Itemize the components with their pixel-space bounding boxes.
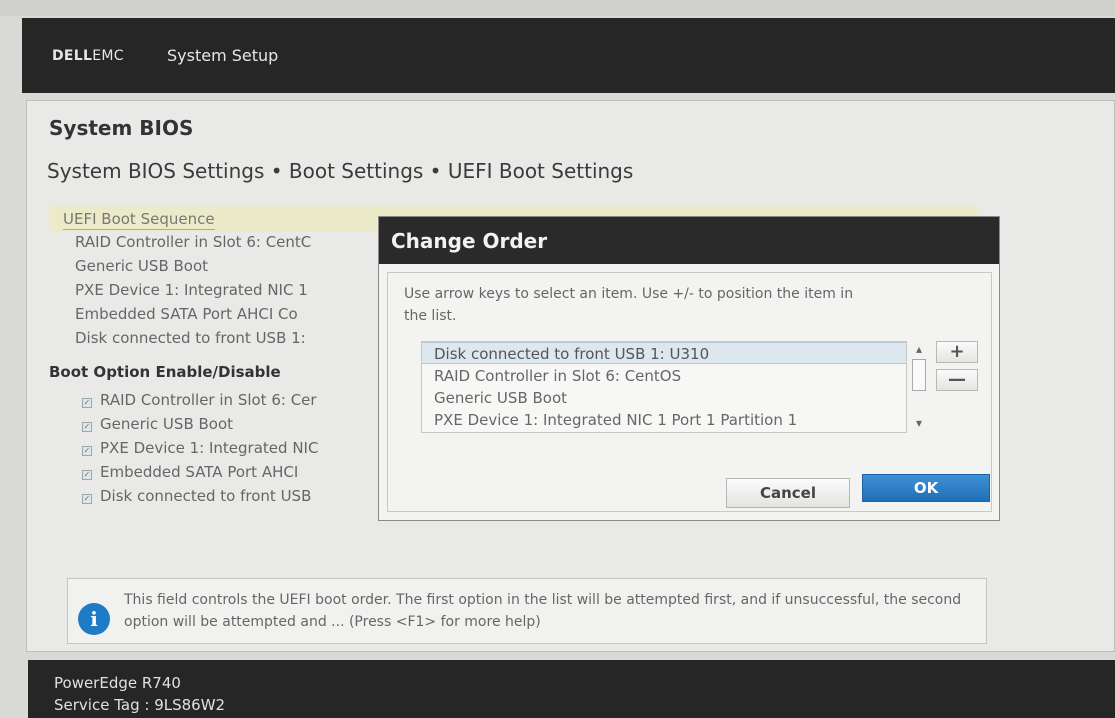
boot-option-label: RAID Controller in Slot 6: Cer bbox=[100, 391, 317, 409]
boot-option-label: Embedded SATA Port AHCI bbox=[100, 463, 299, 481]
dialog-title: Change Order bbox=[391, 229, 548, 253]
info-icon: i bbox=[78, 603, 110, 635]
checkbox-checked-icon[interactable]: ✓ bbox=[82, 422, 92, 432]
scroll-thumb[interactable] bbox=[912, 359, 926, 391]
boot-option-item[interactable]: ✓ RAID Controller in Slot 6: Cer bbox=[82, 391, 317, 409]
boot-option-label: PXE Device 1: Integrated NIC bbox=[100, 439, 319, 457]
boot-order-item-selected[interactable]: Disk connected to front USB 1: U310 bbox=[422, 342, 906, 364]
change-order-dialog: Change Order Use arrow keys to select an… bbox=[378, 216, 1000, 521]
boot-sequence-item: Disk connected to front USB 1: bbox=[75, 329, 306, 347]
list-scrollbar[interactable]: ▴ ▾ bbox=[910, 341, 928, 433]
panel-title: System BIOS bbox=[49, 116, 194, 140]
boot-sequence-item: PXE Device 1: Integrated NIC 1 bbox=[75, 281, 308, 299]
dell-emc-logo: DELLEMC bbox=[52, 48, 124, 64]
checkbox-checked-icon[interactable]: ✓ bbox=[82, 446, 92, 456]
top-header-bar: DELLEMC System Setup bbox=[22, 18, 1115, 93]
dialog-body: Use arrow keys to select an item. Use +/… bbox=[387, 272, 992, 512]
uefi-boot-sequence-label[interactable]: UEFI Boot Sequence bbox=[63, 210, 215, 230]
boot-order-item[interactable]: Generic USB Boot bbox=[422, 387, 906, 409]
boot-option-enable-disable-label: Boot Option Enable/Disable bbox=[49, 363, 281, 381]
help-text: This field controls the UEFI boot order.… bbox=[124, 592, 962, 630]
scroll-up-icon[interactable]: ▴ bbox=[912, 343, 926, 357]
boot-option-item[interactable]: ✓ Generic USB Boot bbox=[82, 415, 233, 433]
breadcrumb: System BIOS Settings • Boot Settings • U… bbox=[47, 159, 634, 183]
dialog-titlebar: Change Order bbox=[379, 217, 999, 264]
ok-button[interactable]: OK bbox=[862, 474, 990, 502]
brand-dell-text: DELL bbox=[52, 48, 93, 64]
boot-option-label: Disk connected to front USB bbox=[100, 487, 312, 505]
footer-bar: PowerEdge R740 Service Tag : 9LS86W2 bbox=[28, 660, 1115, 718]
help-box: i This field controls the UEFI boot orde… bbox=[67, 578, 987, 644]
boot-option-item[interactable]: ✓ Embedded SATA Port AHCI bbox=[82, 463, 298, 481]
boot-sequence-item: Generic USB Boot bbox=[75, 257, 209, 275]
scroll-down-icon[interactable]: ▾ bbox=[912, 417, 926, 431]
move-up-plus-button[interactable]: + bbox=[936, 341, 978, 363]
boot-order-item[interactable]: PXE Device 1: Integrated NIC 1 Port 1 Pa… bbox=[422, 409, 906, 431]
boot-sequence-item: RAID Controller in Slot 6: CentC bbox=[75, 233, 312, 251]
boot-option-item[interactable]: ✓ Disk connected to front USB bbox=[82, 487, 311, 505]
boot-order-list[interactable]: Disk connected to front USB 1: U310 RAID… bbox=[421, 341, 907, 433]
boot-order-item[interactable]: RAID Controller in Slot 6: CentOS bbox=[422, 365, 906, 387]
move-down-minus-button[interactable]: — bbox=[936, 369, 978, 391]
boot-sequence-item: Embedded SATA Port AHCI Co bbox=[75, 305, 298, 323]
cancel-button[interactable]: Cancel bbox=[726, 478, 850, 508]
model-name: PowerEdge R740 bbox=[54, 674, 181, 692]
service-tag: Service Tag : 9LS86W2 bbox=[54, 696, 226, 714]
brand-emc-text: EMC bbox=[92, 48, 124, 64]
app-title: System Setup bbox=[167, 46, 279, 65]
boot-option-label: Generic USB Boot bbox=[100, 415, 234, 433]
dialog-instruction: Use arrow keys to select an item. Use +/… bbox=[404, 286, 854, 324]
checkbox-checked-icon[interactable]: ✓ bbox=[82, 470, 92, 480]
checkbox-checked-icon[interactable]: ✓ bbox=[82, 494, 92, 504]
checkbox-checked-icon[interactable]: ✓ bbox=[82, 398, 92, 408]
screen-bezel bbox=[0, 0, 1115, 16]
boot-option-item[interactable]: ✓ PXE Device 1: Integrated NIC bbox=[82, 439, 318, 457]
